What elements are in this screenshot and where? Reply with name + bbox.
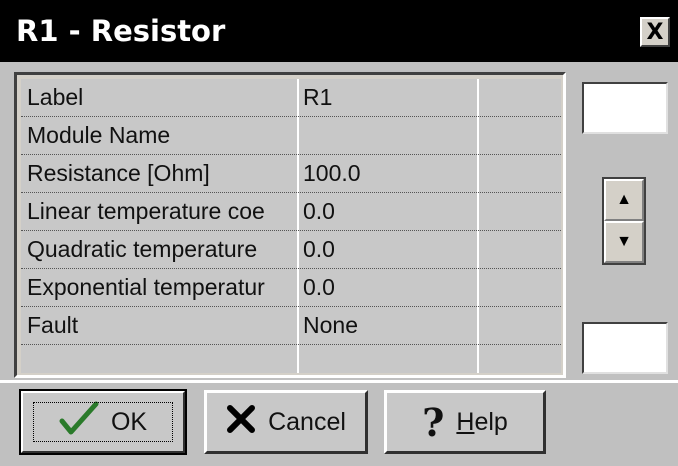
- bottom-value-box[interactable]: [582, 322, 668, 374]
- property-name: Quadratic temperature: [27, 236, 258, 262]
- property-name: Resistance [Ohm]: [27, 160, 210, 186]
- top-value-box[interactable]: [582, 82, 668, 134]
- spin-control: ▲ ▼: [602, 177, 646, 265]
- x-icon: [226, 404, 256, 441]
- property-row-module-name[interactable]: Module Name: [21, 117, 561, 155]
- window-title: R1 - Resistor: [16, 14, 226, 48]
- property-value[interactable]: 0.0: [303, 231, 483, 268]
- property-row-resistance[interactable]: Resistance [Ohm] 100.0: [21, 155, 561, 193]
- cancel-label: Cancel: [268, 407, 346, 436]
- property-value[interactable]: 0.0: [303, 269, 483, 306]
- spin-down-button[interactable]: ▼: [604, 221, 644, 263]
- property-name: Fault: [27, 312, 79, 338]
- help-button[interactable]: ? Help: [384, 390, 546, 454]
- cancel-button[interactable]: Cancel: [204, 390, 368, 454]
- property-name: Linear temperature coe: [27, 198, 265, 224]
- separator: [0, 380, 678, 383]
- property-value[interactable]: 0.0: [303, 193, 483, 230]
- title-bar[interactable]: R1 - Resistor X: [0, 0, 678, 62]
- close-button[interactable]: X: [640, 17, 670, 47]
- property-row-fault[interactable]: Fault None: [21, 307, 561, 345]
- up-arrow-icon: ▲: [616, 191, 632, 208]
- property-grid-body: Label R1 Module Name Resistance [Ohm] 10…: [21, 79, 561, 373]
- property-value[interactable]: 100.0: [303, 155, 483, 192]
- focus-rect: [33, 402, 173, 442]
- down-arrow-icon: ▼: [616, 233, 632, 250]
- property-value[interactable]: R1: [303, 79, 483, 116]
- help-label: Help: [456, 407, 508, 436]
- ok-button[interactable]: OK: [19, 389, 187, 455]
- property-grid: Label R1 Module Name Resistance [Ohm] 10…: [14, 72, 566, 378]
- property-name: Exponential temperatur: [27, 274, 265, 300]
- property-row-label[interactable]: Label R1: [21, 79, 561, 117]
- property-name: Module Name: [27, 122, 171, 148]
- property-value[interactable]: None: [303, 307, 483, 344]
- close-icon: X: [646, 19, 664, 45]
- question-icon: ?: [422, 399, 445, 445]
- property-value[interactable]: [303, 117, 483, 154]
- property-row-quadratic-temp[interactable]: Quadratic temperature 0.0: [21, 231, 561, 269]
- property-row-exponential-temp[interactable]: Exponential temperatur 0.0: [21, 269, 561, 307]
- resistor-dialog: R1 - Resistor X Label R1 Module Name Res…: [0, 0, 678, 466]
- property-name: Label: [27, 84, 84, 110]
- spin-up-button[interactable]: ▲: [604, 179, 644, 221]
- property-row-linear-temp[interactable]: Linear temperature coe 0.0: [21, 193, 561, 231]
- right-panel: ▲ ▼: [570, 72, 678, 378]
